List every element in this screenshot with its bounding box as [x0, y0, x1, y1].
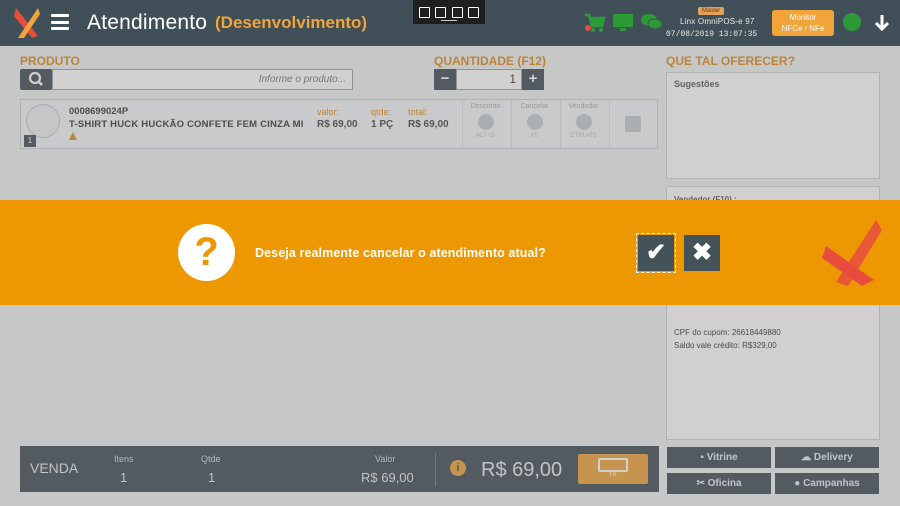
environment-label: (Desenvolvimento): [215, 13, 368, 32]
app-header: Atendimento (Desenvolvimento) Master Lin…: [0, 0, 900, 46]
remote-toolbar-icon-1[interactable]: [418, 6, 430, 18]
chat-icon[interactable]: [640, 12, 663, 32]
dialog-message: Deseja realmente cancelar o atendimento …: [255, 246, 546, 260]
remote-toolbar: [413, 0, 485, 24]
confirm-dialog: ? Deseja realmente cancelar o atendiment…: [0, 200, 900, 305]
remote-toolbar-underline: [441, 20, 457, 21]
monitor-button-line2: NFCe / NFe: [781, 24, 825, 33]
remote-toolbar-icon-3[interactable]: [451, 6, 463, 18]
linx-watermark-logo: [822, 220, 882, 286]
pos-name: Linx OmniPOS-e 97: [680, 17, 755, 26]
cart-icon[interactable]: [584, 13, 606, 33]
remote-toolbar-icon-4[interactable]: [468, 6, 480, 18]
remote-toolbar-icon-2[interactable]: [435, 6, 447, 18]
pos-datetime: 07/08/2019 13:07:35: [666, 30, 758, 39]
cancel-button[interactable]: ✖: [684, 235, 720, 271]
page-title: Atendimento: [87, 11, 208, 34]
master-badge: Master: [698, 7, 724, 15]
hamburger-menu-icon[interactable]: [51, 14, 69, 30]
monitor-screen-icon[interactable]: [612, 13, 634, 33]
monitor-nfce-button[interactable]: Monitor NFCe / NFe: [772, 10, 834, 36]
question-icon: ?: [178, 224, 235, 281]
connection-globe-icon[interactable]: [843, 13, 861, 31]
arrow-down-icon[interactable]: [873, 13, 891, 33]
linx-logo-icon: [14, 8, 40, 38]
confirm-button[interactable]: ✔: [636, 233, 676, 273]
monitor-button-line1: Monitor: [789, 13, 817, 22]
